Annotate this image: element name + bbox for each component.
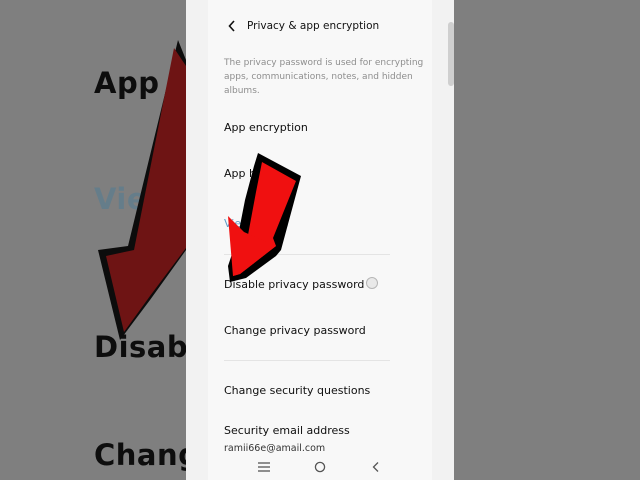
phone-screen: Privacy & app encryption The privacy pas… [186, 0, 454, 480]
back-triangle-icon [372, 462, 379, 472]
security-email-item[interactable]: Security email address [224, 424, 350, 437]
disable-privacy-password-item[interactable]: Disable privacy password [224, 278, 364, 291]
recent-apps-button[interactable] [254, 457, 274, 477]
page-title: Privacy & app encryption [247, 20, 380, 32]
divider [224, 254, 390, 255]
chevron-left-icon [228, 20, 235, 32]
disable-privacy-password-toggle[interactable] [366, 277, 378, 289]
backdrop-arrow-graphic [98, 40, 186, 340]
privacy-description: The privacy password is used for encrypt… [224, 58, 424, 96]
settings-page: Privacy & app encryption The privacy pas… [208, 0, 432, 480]
divider [224, 360, 390, 361]
home-circle-icon [314, 461, 326, 473]
change-privacy-password-item[interactable]: Change privacy password [224, 324, 366, 337]
system-nav-bar [208, 457, 432, 477]
backdrop-left: App h View Disable Change [0, 0, 186, 480]
back-button[interactable] [224, 16, 240, 36]
app-hidden-item[interactable]: App h [224, 167, 256, 180]
backdrop-right [454, 0, 640, 480]
app-encryption-item[interactable]: App encryption [224, 121, 308, 134]
nav-back-button[interactable] [366, 457, 386, 477]
change-security-questions-item[interactable]: Change security questions [224, 384, 370, 397]
home-button[interactable] [310, 457, 330, 477]
page-header: Privacy & app encryption [224, 16, 379, 36]
security-email-value: ramii66e@amail.com [224, 443, 326, 454]
scrollbar[interactable] [448, 22, 454, 86]
view-hidden-apps-link[interactable]: Vie en apps [224, 217, 288, 230]
menu-icon [258, 462, 270, 472]
